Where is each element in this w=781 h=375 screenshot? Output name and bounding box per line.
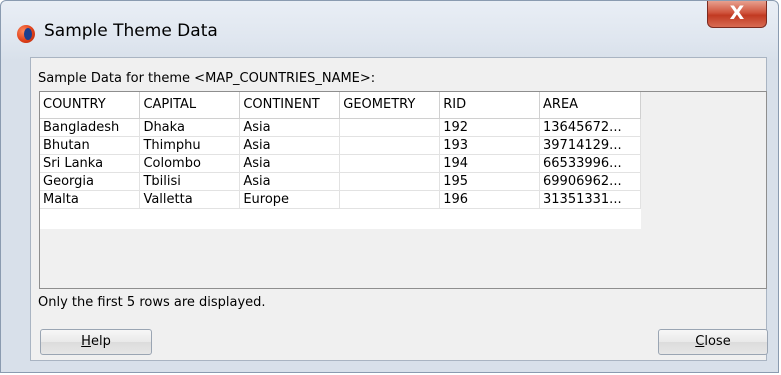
- cell-country[interactable]: Bangladesh: [40, 118, 141, 137]
- cell-country[interactable]: Malta: [40, 190, 141, 209]
- help-mnemonic: H: [81, 334, 91, 349]
- close-mnemonic: C: [695, 334, 705, 349]
- cell-geometry[interactable]: [339, 154, 441, 173]
- cell-capital[interactable]: Colombo: [139, 154, 241, 173]
- cell-geometry[interactable]: [339, 118, 441, 137]
- sample-data-table-container[interactable]: COUNTRY CAPITAL CONTINENT GEOMETRY RID A…: [39, 91, 767, 289]
- cell-continent[interactable]: Asia: [239, 172, 341, 191]
- column-header-area[interactable]: AREA: [539, 92, 641, 119]
- cell-rid[interactable]: 194: [439, 154, 541, 173]
- section-label: Sample Data for theme <MAP_COUNTRIES_NAM…: [38, 71, 376, 86]
- column-header-rid[interactable]: RID: [439, 92, 541, 119]
- cell-area[interactable]: 31351331...: [539, 190, 641, 209]
- cell-geometry[interactable]: [339, 172, 441, 191]
- window-title: Sample Theme Data: [44, 21, 218, 41]
- close-window-button[interactable]: X: [707, 1, 767, 28]
- close-label: lose: [704, 334, 731, 349]
- cell-continent[interactable]: Europe: [239, 190, 341, 209]
- column-header-geometry[interactable]: GEOMETRY: [339, 92, 441, 119]
- dialog-content: Sample Data for theme <MAP_COUNTRIES_NAM…: [30, 57, 768, 361]
- table-row[interactable]: Sri Lanka Colombo Asia 194 66533996...: [40, 154, 641, 173]
- table-row[interactable]: Malta Valletta Europe 196 31351331...: [40, 190, 641, 209]
- column-header-continent[interactable]: CONTINENT: [239, 92, 341, 119]
- cell-continent[interactable]: Asia: [239, 118, 341, 137]
- cell-country[interactable]: Georgia: [40, 172, 141, 191]
- cell-area[interactable]: 13645672...: [539, 118, 641, 137]
- sample-data-table: COUNTRY CAPITAL CONTINENT GEOMETRY RID A…: [40, 92, 641, 209]
- cell-capital[interactable]: Thimphu: [139, 136, 241, 155]
- table-row[interactable]: Bhutan Thimphu Asia 193 39714129...: [40, 136, 641, 155]
- table-row[interactable]: Georgia Tbilisi Asia 195 69906962...: [40, 172, 641, 191]
- cell-continent[interactable]: Asia: [239, 154, 341, 173]
- cell-country[interactable]: Bhutan: [40, 136, 141, 155]
- cell-geometry[interactable]: [339, 136, 441, 155]
- cell-area[interactable]: 39714129...: [539, 136, 641, 155]
- cell-area[interactable]: 69906962...: [539, 172, 641, 191]
- cell-capital[interactable]: Dhaka: [139, 118, 241, 137]
- table-viewport: COUNTRY CAPITAL CONTINENT GEOMETRY RID A…: [40, 92, 641, 229]
- table-header-row: COUNTRY CAPITAL CONTINENT GEOMETRY RID A…: [40, 92, 641, 119]
- cell-geometry[interactable]: [339, 190, 441, 209]
- cell-rid[interactable]: 195: [439, 172, 541, 191]
- cell-continent[interactable]: Asia: [239, 136, 341, 155]
- sample-theme-data-dialog: Sample Theme Data X Sample Data for them…: [0, 0, 779, 373]
- cell-country[interactable]: Sri Lanka: [40, 154, 141, 173]
- cell-capital[interactable]: Valletta: [139, 190, 241, 209]
- app-icon: [17, 25, 35, 43]
- cell-rid[interactable]: 196: [439, 190, 541, 209]
- close-icon: X: [729, 2, 745, 24]
- cell-rid[interactable]: 192: [439, 118, 541, 137]
- table-row[interactable]: Bangladesh Dhaka Asia 192 13645672...: [40, 118, 641, 137]
- column-header-country[interactable]: COUNTRY: [40, 92, 141, 119]
- cell-rid[interactable]: 193: [439, 136, 541, 155]
- help-button[interactable]: Help: [40, 329, 152, 355]
- column-header-capital[interactable]: CAPITAL: [139, 92, 241, 119]
- help-label: elp: [90, 334, 111, 349]
- close-button[interactable]: Close: [658, 329, 768, 355]
- rows-displayed-note: Only the first 5 rows are displayed.: [38, 295, 266, 310]
- cell-area[interactable]: 66533996...: [539, 154, 641, 173]
- cell-capital[interactable]: Tbilisi: [139, 172, 241, 191]
- title-bar[interactable]: Sample Theme Data X: [1, 1, 778, 57]
